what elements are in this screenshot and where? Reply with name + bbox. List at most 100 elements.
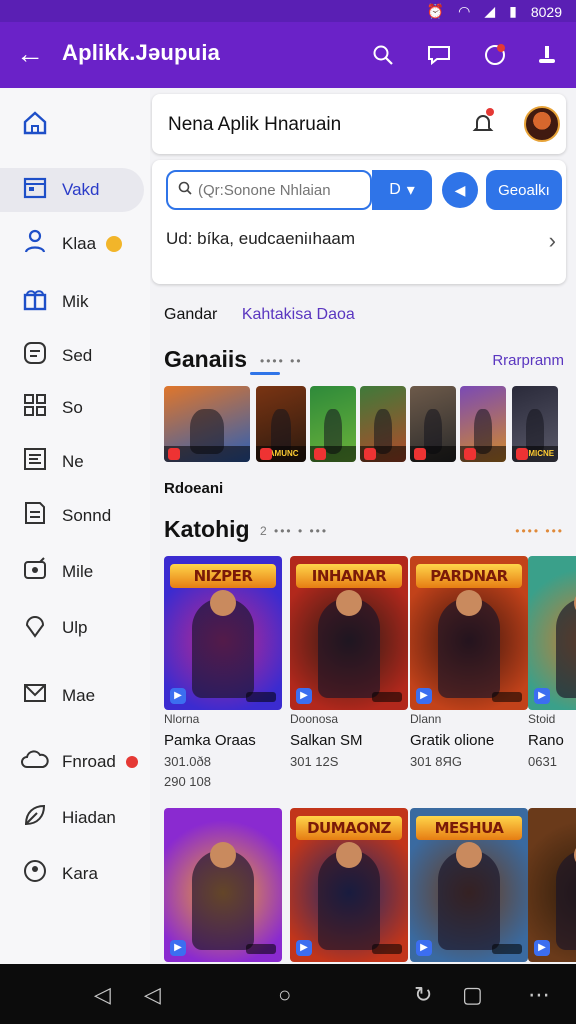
- game-thumbnail[interactable]: [310, 386, 356, 462]
- gift-icon: [20, 287, 50, 317]
- sidebar-item-sed[interactable]: Sed: [0, 334, 144, 378]
- game-thumbnail[interactable]: JIUMICNE: [512, 386, 558, 462]
- game-cover[interactable]: NIZPER ▶: [164, 556, 282, 710]
- sidebar-item-label: Sed: [62, 346, 93, 365]
- game-category: Dlann: [410, 712, 442, 726]
- signal-icon: ◢: [484, 3, 496, 19]
- sidebar-item-home[interactable]: [0, 104, 144, 148]
- message-icon[interactable]: [424, 40, 454, 70]
- location-icon: [20, 858, 50, 890]
- sidebar-item-hiadan[interactable]: Hiadan: [0, 796, 144, 840]
- tag-badge: [492, 944, 522, 954]
- sidebar-item-label: Mile: [62, 562, 94, 581]
- game-cover[interactable]: ▶: [164, 808, 282, 962]
- sidebar-item-label: Vakd: [62, 180, 100, 199]
- home-button-icon[interactable]: ○: [278, 982, 291, 1008]
- header-card: Nena Aplik Hnaruain: [152, 94, 566, 154]
- game-logo: NIZPER: [170, 564, 276, 588]
- sidebar: Vakd Klaa Mik Sed So Ne Sonnd Mile Ulp M…: [0, 88, 150, 964]
- play-icon: ▶: [296, 940, 312, 956]
- sidebar-item-sonnd[interactable]: Sonnd: [0, 494, 144, 538]
- more-icon[interactable]: ⋯: [528, 982, 550, 1008]
- sidebar-item-ne[interactable]: Ne: [0, 440, 144, 484]
- sidebar-item-klaa[interactable]: Klaa: [0, 222, 144, 266]
- sidebar-item-mae[interactable]: Mae: [0, 674, 144, 718]
- game-thumbnail[interactable]: [460, 386, 506, 462]
- sidebar-item-label: Fnroad: [62, 752, 116, 771]
- game-cover[interactable]: DUMAONZ ▶: [290, 808, 408, 962]
- play-icon: ▶: [170, 940, 186, 956]
- dropdown-label: D: [389, 181, 401, 198]
- sidebar-item-fnroad[interactable]: Fnroad: [0, 740, 144, 784]
- sidebar-item-vakd[interactable]: Vakd: [0, 168, 144, 212]
- game-thumbnail[interactable]: SAMUNC: [256, 386, 306, 462]
- sidebar-item-kara[interactable]: Kara: [0, 852, 144, 896]
- tag-badge: [372, 692, 402, 702]
- game-category: Stoid: [528, 712, 556, 726]
- chip-kahtakisa[interactable]: Kahtakisa Daoa: [242, 306, 355, 323]
- game-thumbnail[interactable]: [164, 386, 250, 462]
- sidebar-item-label: Sonnd: [62, 506, 112, 525]
- section-header-games: Ganaiis •••• •• Rrarpranm: [164, 346, 564, 376]
- section-underline: [250, 372, 280, 375]
- notification-icon[interactable]: [480, 40, 510, 70]
- game-thumbnail[interactable]: [360, 386, 406, 462]
- search-field[interactable]: [166, 170, 372, 210]
- sidebar-item-label: Mik: [62, 292, 89, 311]
- search-card: D ▾ ◀ Geoalkı Ud: bíka, eudcaeniıhaam ›: [152, 160, 566, 284]
- sidebar-item-so[interactable]: So: [0, 386, 144, 430]
- search-icon: [178, 181, 192, 200]
- send-button[interactable]: ◀: [442, 172, 478, 208]
- list-icon: [20, 446, 50, 478]
- system-nav-bar: ◁ ◁ ○ ↻ ▢ ⋯: [0, 964, 576, 1024]
- game-cover[interactable]: INHANAR ▶: [290, 556, 408, 710]
- see-more-link[interactable]: Rrarpranm: [492, 352, 564, 369]
- game-cover[interactable]: ▶: [528, 556, 576, 710]
- game-logo: MESHUA: [416, 816, 522, 840]
- game-cover[interactable]: MESHUA ▶: [410, 808, 528, 962]
- cloud-icon: [20, 747, 50, 777]
- sidebar-item-mile[interactable]: Mile: [0, 550, 144, 594]
- app-badge-icon: [168, 448, 180, 460]
- search-input[interactable]: [196, 180, 360, 200]
- game-cover[interactable]: PARDNAR ▶: [410, 556, 528, 710]
- account-icon[interactable]: [532, 40, 562, 70]
- wifi-icon: ◠: [458, 3, 471, 19]
- header-title: Nena Aplik Hnaruain: [168, 114, 342, 135]
- game-downloads: 301 12S: [290, 754, 339, 769]
- game-name: Pamka Oraas: [164, 732, 256, 749]
- search-dropdown-button[interactable]: D ▾: [372, 170, 432, 210]
- refresh-icon[interactable]: ↻: [414, 982, 432, 1008]
- game-thumbnail[interactable]: [410, 386, 456, 462]
- game-size: 290 108: [164, 774, 211, 789]
- game-cover[interactable]: ▶: [528, 808, 576, 962]
- chat-icon: [20, 340, 50, 372]
- back-icon[interactable]: ◁: [94, 982, 111, 1008]
- app-badge-icon: [260, 448, 272, 460]
- status-bar: ⏰ ◠ ◢ ▮ 8029: [0, 0, 576, 22]
- sidebar-item-label: Ne: [62, 452, 84, 471]
- sidebar-item-label: Ulp: [62, 618, 88, 637]
- back-icon[interactable]: ◁: [144, 982, 161, 1008]
- sidebar-item-ulp[interactable]: Ulp: [0, 606, 144, 650]
- search-icon[interactable]: [368, 40, 398, 70]
- search-submit-button[interactable]: Geoalkı: [486, 170, 562, 210]
- search-suggestion[interactable]: Ud: bíka, eudcaeniıhaam ›: [166, 224, 556, 254]
- document-icon: [20, 500, 50, 532]
- sidebar-item-label: Klaa: [62, 234, 97, 253]
- chevron-right-icon: ›: [548, 228, 556, 253]
- tv-icon: [20, 556, 50, 588]
- game-name: Salkan SM: [290, 732, 363, 749]
- game-category: Nlorna: [164, 712, 200, 726]
- back-arrow-icon[interactable]: ←: [16, 40, 46, 70]
- sidebar-item-mik[interactable]: Mik: [0, 280, 144, 324]
- app-badge-icon: [414, 448, 426, 460]
- pin-icon: [20, 612, 50, 644]
- recents-icon[interactable]: ▢: [462, 982, 483, 1008]
- chip-gandar[interactable]: Gandar: [164, 306, 217, 323]
- play-icon: ▶: [534, 940, 550, 956]
- bell-icon[interactable]: [472, 108, 494, 140]
- game-logo: DUMAONZ: [296, 816, 402, 840]
- game-downloads: 301 8ЯG: [410, 754, 463, 769]
- avatar[interactable]: [524, 106, 560, 142]
